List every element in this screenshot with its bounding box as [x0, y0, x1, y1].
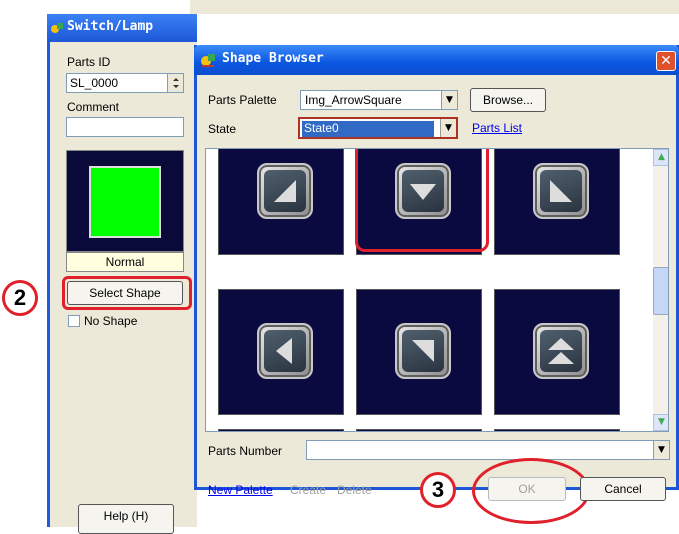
parts-number-select[interactable]: ▼	[306, 440, 670, 460]
chevron-down-icon[interactable]: ▼	[441, 91, 457, 109]
scroll-thumb[interactable]	[653, 267, 668, 315]
shape-tile-arrow-left[interactable]	[218, 289, 344, 415]
shape-tile-arrow-down-left[interactable]	[218, 149, 344, 255]
shape-preview	[66, 150, 184, 252]
shape-browser-titlebar[interactable]: Shape Browser ✕	[194, 45, 679, 75]
parts-palette-value: Img_ArrowSquare	[305, 93, 402, 107]
arrow-left-icon	[257, 323, 313, 379]
spinner-arrows-icon	[173, 78, 179, 88]
scroll-down-icon[interactable]: ▼	[653, 414, 668, 431]
comment-input[interactable]	[66, 117, 184, 137]
parts-id-input[interactable]: SL_0000	[66, 73, 184, 93]
switch-lamp-icon	[51, 23, 63, 33]
parts-id-label: Parts ID	[67, 55, 111, 69]
close-icon[interactable]: ✕	[656, 51, 676, 71]
shape-gallery[interactable]: ▲ ▼	[205, 148, 669, 432]
chevron-down-icon[interactable]: ▼	[653, 441, 669, 459]
switch-lamp-title: Switch/Lamp	[67, 19, 154, 34]
shape-browser-icon	[201, 54, 215, 67]
arrow-up-left-icon	[395, 323, 451, 379]
parts-palette-select[interactable]: Img_ArrowSquare ▼	[300, 90, 458, 110]
parts-id-spinner[interactable]	[167, 74, 183, 92]
preview-green-lamp	[89, 166, 161, 238]
browse-button[interactable]: Browse...	[470, 88, 546, 112]
state-label: State	[208, 122, 237, 136]
step-marker-3: 3	[420, 472, 456, 508]
parts-list-link[interactable]: Parts List	[472, 121, 522, 135]
ok-button-highlight	[472, 458, 590, 524]
cancel-button[interactable]: Cancel	[580, 477, 666, 501]
arrow-up-double-icon	[533, 323, 589, 379]
parts-id-value: SL_0000	[70, 76, 119, 90]
new-palette-link[interactable]: New Palette	[208, 483, 273, 497]
chevron-down-icon[interactable]: ▼	[440, 119, 456, 137]
arrow-down-right-icon	[533, 163, 589, 219]
shape-tile-row3-1[interactable]	[218, 429, 344, 431]
state-select[interactable]: State0 ▼	[298, 117, 458, 139]
scroll-up-icon[interactable]: ▲	[653, 149, 668, 166]
shape-browser-title: Shape Browser	[222, 51, 324, 66]
shape-tile-row3-2[interactable]	[356, 429, 482, 431]
shape-tile-arrow-down-right[interactable]	[494, 149, 620, 255]
preview-state-label: Normal	[105, 255, 145, 269]
selected-shape-highlight	[355, 149, 489, 252]
parts-number-label: Parts Number	[208, 444, 283, 458]
delete-link-disabled: Delete	[337, 483, 372, 497]
comment-label: Comment	[67, 100, 120, 114]
gallery-scrollbar[interactable]: ▲ ▼	[653, 149, 668, 431]
no-shape-checkbox[interactable]	[68, 315, 80, 327]
help-button[interactable]: Help (H)	[78, 504, 174, 534]
shape-tile-arrow-up-left[interactable]	[356, 289, 482, 415]
shape-tile-arrow-up-double[interactable]	[494, 289, 620, 415]
background-toolbar	[190, 0, 679, 14]
select-shape-highlight	[62, 276, 192, 310]
state-value: State0	[302, 121, 434, 137]
create-link-disabled: Create	[290, 483, 327, 497]
arrow-down-left-icon	[257, 163, 313, 219]
step-marker-2: 2	[2, 280, 38, 316]
parts-palette-label: Parts Palette	[208, 93, 277, 107]
shape-tile-row3-3[interactable]	[494, 429, 620, 431]
no-shape-label: No Shape	[84, 314, 138, 328]
preview-state-bar: Normal	[66, 252, 184, 272]
switch-lamp-titlebar[interactable]: Switch/Lamp	[47, 14, 197, 42]
